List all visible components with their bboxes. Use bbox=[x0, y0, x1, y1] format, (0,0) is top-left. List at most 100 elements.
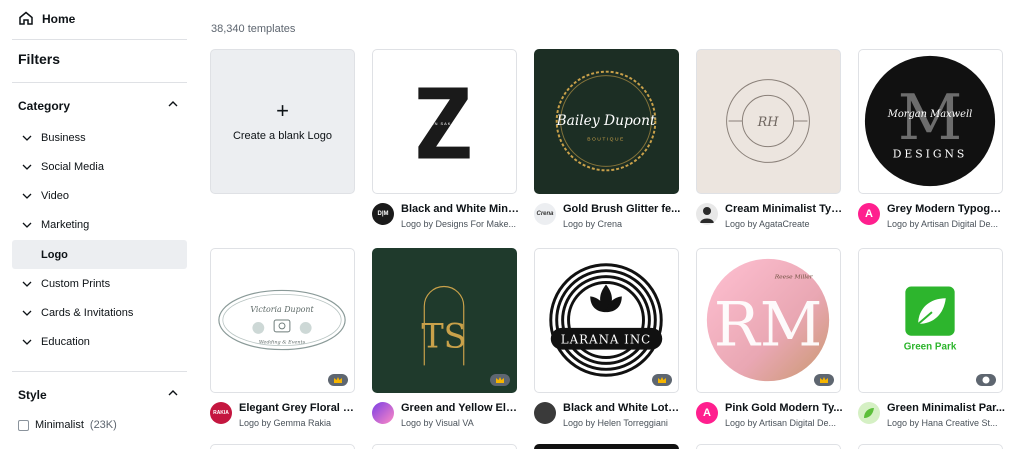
thumb-title: RH bbox=[757, 115, 780, 130]
template-count: 38,340 templates bbox=[211, 23, 296, 35]
template-author: Logo by AgataCreate bbox=[725, 219, 810, 229]
template-title[interactable]: Black and White Lotu... bbox=[563, 402, 681, 414]
category-item-education[interactable]: Education bbox=[12, 327, 187, 356]
template-card[interactable]: TS Green and Yellow Ele... Logo by Visua… bbox=[372, 248, 519, 436]
category-item-cards-invitations[interactable]: Cards & Invitations bbox=[12, 298, 187, 327]
template-card[interactable]: RM Reese Miller A Pink Gold Modern Ty...… bbox=[696, 248, 843, 436]
thumb-monogram: TS bbox=[421, 317, 466, 356]
template-author: Logo by Helen Torreggiani bbox=[563, 418, 668, 428]
chevron-up-icon bbox=[166, 386, 180, 403]
template-card-partial[interactable] bbox=[210, 444, 355, 449]
category-section-header[interactable]: Category bbox=[18, 97, 180, 114]
template-card[interactable]: Victoria Dupont Wedding & Events RAKIA E… bbox=[210, 248, 357, 436]
template-thumbnail[interactable]: Green Park bbox=[858, 248, 1003, 393]
template-card-partial[interactable] bbox=[696, 444, 841, 449]
thumb-title: Victoria Dupont bbox=[250, 305, 314, 314]
chevron-down-icon bbox=[12, 190, 41, 202]
style-section-header[interactable]: Style bbox=[18, 386, 180, 403]
chevron-down-icon bbox=[12, 336, 41, 348]
thumb-subtitle: ZION SAKADO bbox=[425, 121, 463, 126]
category-title: Category bbox=[18, 98, 71, 113]
template-card[interactable]: Green Park Green Minimalist Par... Logo … bbox=[858, 248, 1005, 436]
template-author: Logo by Designs For Make... bbox=[401, 219, 517, 229]
template-thumbnail[interactable]: Victoria Dupont Wedding & Events bbox=[210, 248, 355, 393]
filters-sidebar: Home Filters Category Business Social Me… bbox=[0, 0, 200, 449]
template-title[interactable]: Green Minimalist Par... bbox=[887, 402, 1005, 414]
blank-thumb[interactable]: + Create a blank Logo bbox=[210, 49, 355, 194]
chevron-down-icon bbox=[12, 161, 41, 173]
home-icon bbox=[18, 10, 34, 29]
template-card-partial[interactable] bbox=[858, 444, 1003, 449]
category-item-label: Video bbox=[41, 189, 69, 202]
filters-title: Filters bbox=[18, 51, 61, 67]
template-card[interactable]: Bailey Dupont BOUTIQUE Crena Gold Brush … bbox=[534, 49, 681, 237]
create-blank-logo-card[interactable]: + Create a blank Logo bbox=[210, 49, 355, 194]
template-card[interactable]: ZION SAKADO D|M Black and White Mini... … bbox=[372, 49, 519, 237]
template-card[interactable]: RH Cream Minimalist Typ... Logo by Agata… bbox=[696, 49, 843, 237]
thumb-script: Morgan Maxwell bbox=[887, 109, 973, 120]
thumb-subtitle: BOUTIQUE bbox=[587, 137, 625, 143]
style-title: Style bbox=[18, 387, 47, 402]
avatar[interactable]: RAKIA bbox=[210, 402, 232, 424]
template-thumbnail[interactable]: RH bbox=[696, 49, 841, 194]
category-item-label: Custom Prints bbox=[41, 277, 111, 290]
template-card-partial[interactable] bbox=[372, 444, 517, 449]
create-blank-label: Create a blank Logo bbox=[232, 129, 333, 142]
template-thumbnail[interactable]: TS bbox=[372, 248, 517, 393]
template-card-partial[interactable] bbox=[534, 444, 679, 449]
home-link[interactable]: Home bbox=[18, 9, 75, 29]
chevron-down-icon bbox=[12, 307, 41, 319]
chevron-up-icon bbox=[166, 97, 180, 114]
template-title[interactable]: Gold Brush Glitter fe... bbox=[563, 203, 681, 215]
home-label: Home bbox=[42, 12, 76, 26]
category-item-label: Social Media bbox=[41, 160, 104, 173]
template-author: Logo by Artisan Digital De... bbox=[725, 418, 837, 428]
premium-badge bbox=[328, 374, 348, 386]
chevron-down-icon bbox=[12, 219, 41, 231]
template-title[interactable]: Black and White Mini... bbox=[401, 203, 519, 215]
template-author: Logo by Hana Creative St... bbox=[887, 418, 998, 428]
divider bbox=[12, 371, 187, 372]
template-title[interactable]: Cream Minimalist Typ... bbox=[725, 203, 843, 215]
template-title[interactable]: Grey Modern Typogra... bbox=[887, 203, 1005, 215]
avatar[interactable]: Crena bbox=[534, 203, 556, 225]
category-item-logo[interactable]: Logo bbox=[12, 240, 187, 269]
category-item-label: Business bbox=[41, 131, 86, 144]
template-card[interactable]: M Morgan Maxwell DESIGNS A Grey Modern T… bbox=[858, 49, 1005, 237]
thumb-subtitle: DESIGNS bbox=[893, 147, 968, 160]
chevron-down-icon bbox=[12, 278, 41, 290]
premium-badge bbox=[652, 374, 672, 386]
category-item-social-media[interactable]: Social Media bbox=[12, 152, 187, 181]
template-title[interactable]: Green and Yellow Ele... bbox=[401, 402, 519, 414]
avatar[interactable] bbox=[696, 203, 718, 225]
thumb-title: LARANA INC bbox=[561, 333, 651, 347]
template-thumbnail[interactable]: RM Reese Miller bbox=[696, 248, 841, 393]
category-item-business[interactable]: Business bbox=[12, 123, 187, 152]
style-option-count: (23K) bbox=[89, 419, 117, 431]
premium-badge bbox=[490, 374, 510, 386]
divider bbox=[12, 82, 187, 83]
avatar[interactable]: D|M bbox=[372, 203, 394, 225]
template-author: Logo by Visual VA bbox=[401, 418, 474, 428]
crown-icon bbox=[496, 377, 504, 383]
template-title[interactable]: Elegant Grey Floral W... bbox=[239, 402, 357, 414]
premium-badge bbox=[814, 374, 834, 386]
style-option-minimalist[interactable]: Minimalist (23K) bbox=[18, 419, 117, 431]
avatar[interactable]: A bbox=[858, 203, 880, 225]
avatar[interactable] bbox=[858, 402, 880, 424]
template-thumbnail[interactable]: LARANA INC bbox=[534, 248, 679, 393]
avatar[interactable] bbox=[372, 402, 394, 424]
category-item-video[interactable]: Video bbox=[12, 181, 187, 210]
avatar[interactable] bbox=[534, 402, 556, 424]
avatar[interactable]: A bbox=[696, 402, 718, 424]
chevron-down-icon bbox=[12, 132, 41, 144]
minimalist-checkbox[interactable] bbox=[18, 419, 29, 431]
template-thumbnail[interactable]: ZION SAKADO bbox=[372, 49, 517, 194]
premium-badge bbox=[976, 374, 996, 386]
template-title[interactable]: Pink Gold Modern Ty... bbox=[725, 402, 843, 414]
template-thumbnail[interactable]: Bailey Dupont BOUTIQUE bbox=[534, 49, 679, 194]
template-thumbnail[interactable]: M Morgan Maxwell DESIGNS bbox=[858, 49, 1003, 194]
template-card[interactable]: LARANA INC Black and White Lotu... Logo … bbox=[534, 248, 681, 436]
category-item-marketing[interactable]: Marketing bbox=[12, 210, 187, 239]
category-item-custom-prints[interactable]: Custom Prints bbox=[12, 269, 187, 298]
